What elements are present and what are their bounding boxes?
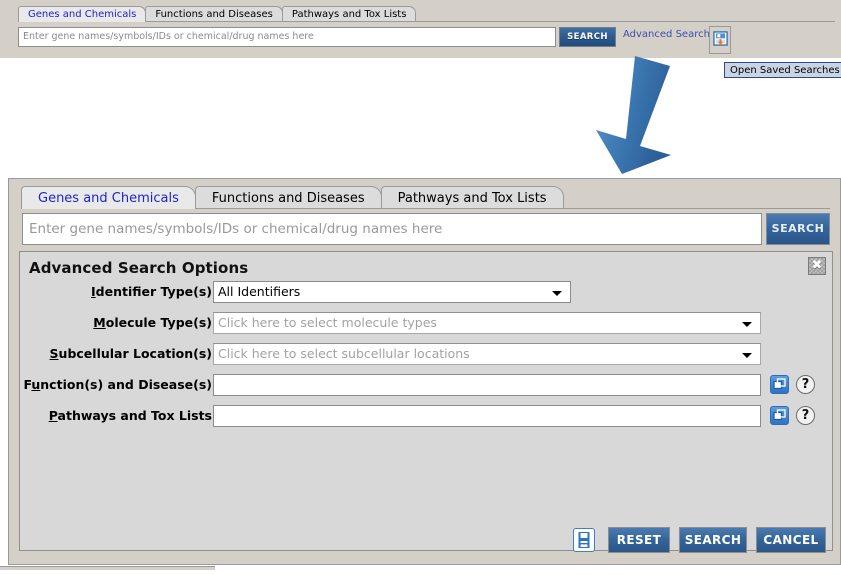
chevron-down-icon [742,322,752,327]
reset-button[interactable]: RESET [608,527,670,553]
mnemonic-letter: M [93,315,106,330]
help-label: ? [801,377,810,392]
mnemonic-letter: P [48,408,58,423]
save-upload-icon [713,31,728,46]
pathways-help-icon[interactable]: ? [796,406,815,425]
mnemonic-letter: u [31,377,41,392]
top-tab-label: Pathways and Tox Lists [291,9,407,20]
label-functions-and-diseases: Function(s) and Disease(s) [23,377,212,392]
open-window-icon [773,378,786,390]
dialog-search-row: Enter gene names/symbols/IDs or chemical… [22,213,830,245]
options-title: Advanced Search Options [29,259,249,277]
identifier-types-combobox[interactable]: All Identifiers [213,281,571,303]
top-tabstrip: Genes and Chemicals Functions and Diseas… [18,5,417,22]
row-molecule-types: Molecule Type(s) [20,312,212,334]
subcellular-locations-placeholder: Click here to select subcellular locatio… [218,346,470,361]
identifier-types-value: All Identifiers [218,284,301,299]
top-search-panel: Genes and Chemicals Functions and Diseas… [0,0,841,58]
functions-help-icon[interactable]: ? [796,375,815,394]
top-search-input[interactable]: Enter gene names/symbols/IDs or chemical… [18,27,556,47]
subcellular-locations-combobox[interactable]: Click here to select subcellular locatio… [213,343,761,365]
advanced-search-dialog: Genes and Chemicals Functions and Diseas… [8,178,841,565]
molecule-types-placeholder: Click here to select molecule types [218,315,437,330]
pathways-and-tox-lists-input[interactable] [213,405,761,427]
tooltip-open-saved-searches: Open Saved Searches [724,62,841,78]
row-identifier-types: Identifier Type(s) [20,281,212,303]
tab-label: Functions and Diseases [211,191,365,206]
tab-functions-and-diseases[interactable]: Functions and Diseases [194,186,382,209]
top-search-row: Enter gene names/symbols/IDs or chemical… [18,27,618,47]
top-search-button[interactable]: SEARCH [559,27,616,47]
floppy-disk-icon [578,532,590,548]
chevron-down-icon [742,353,752,358]
functions-and-diseases-input[interactable] [213,374,761,396]
top-tab-pathways-and-tox-lists[interactable]: Pathways and Tox Lists [281,6,417,22]
search-input[interactable]: Enter gene names/symbols/IDs or chemical… [22,213,762,245]
down-left-arrow-annotation [578,54,678,176]
pathways-picker-button[interactable] [770,406,789,425]
help-label: ? [801,408,810,423]
top-tab-label: Functions and Diseases [155,9,273,20]
advanced-search-options-panel: Advanced Search Options ✖ Identifier Typ… [19,251,833,551]
mnemonic-letter: S [49,346,59,361]
row-subcellular-locations: Subcellular Location(s) [20,343,212,365]
functions-picker-button[interactable] [770,375,789,394]
molecule-types-combobox[interactable]: Click here to select molecule types [213,312,761,334]
open-saved-searches-button[interactable] [709,26,731,54]
open-window-icon [773,409,786,421]
label-subcellular-locations: Subcellular Location(s) [49,346,212,361]
row-pathways-and-tox-lists: Pathways and Tox Lists [20,405,212,427]
top-tab-label: Genes and Chemicals [28,9,137,20]
close-icon[interactable]: ✖ [808,257,826,275]
search-button[interactable]: SEARCH [766,213,830,245]
dialog-bottom-edge-left [0,566,215,570]
top-tab-genes-and-chemicals[interactable]: Genes and Chemicals [18,6,147,22]
top-tab-functions-and-diseases[interactable]: Functions and Diseases [145,6,283,22]
tab-pathways-and-tox-lists[interactable]: Pathways and Tox Lists [380,186,564,209]
cancel-button[interactable]: CANCEL [756,527,826,553]
save-search-button[interactable] [573,528,595,552]
label-pathways-and-tox-lists: Pathways and Tox Lists [48,408,212,423]
label-identifier-types: Identifier Type(s) [91,284,212,299]
row-functions-and-diseases: Function(s) and Disease(s) [20,374,212,396]
footer-search-button[interactable]: SEARCH [679,527,747,553]
label-molecule-types: Molecule Type(s) [93,315,212,330]
advanced-search-link[interactable]: Advanced Search [623,29,710,40]
dialog-tabstrip: Genes and Chemicals Functions and Diseas… [21,185,564,209]
dialog-bottom-edge-right [216,566,841,569]
tab-label: Pathways and Tox Lists [397,191,547,206]
top-search-panel-inner: Genes and Chemicals Functions and Diseas… [6,2,835,54]
tab-genes-and-chemicals[interactable]: Genes and Chemicals [21,186,196,209]
chevron-down-icon [552,291,562,296]
tab-label: Genes and Chemicals [38,191,179,206]
